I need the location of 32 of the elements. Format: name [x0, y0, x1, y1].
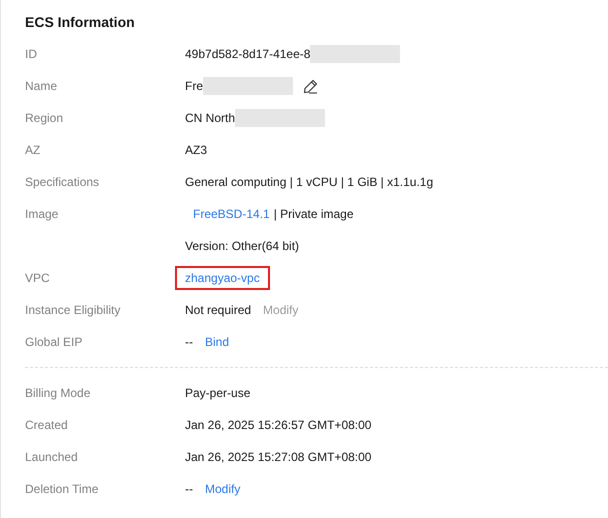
- field-label: Launched: [25, 449, 79, 466]
- field-value: Jan 26, 2025 15:26:57 GMT+08:00: [185, 418, 372, 432]
- field-label: Specifications: [25, 174, 100, 191]
- section-title: ECS Information: [25, 13, 136, 32]
- field-value: General computing | 1 vCPU | 1 GiB | x1.1u.1g: [185, 175, 434, 189]
- field-label: Deletion Time: [25, 481, 100, 498]
- field-value: CN North: [185, 111, 236, 125]
- field-value: Version: Other(64 bit): [185, 239, 300, 253]
- field-label: ID: [25, 46, 38, 63]
- link[interactable]: FreeBSD-14.1: [193, 207, 270, 221]
- field-value: Jan 26, 2025 15:27:08 GMT+08:00: [185, 450, 372, 464]
- field-label: Image: [25, 206, 60, 223]
- field-label: Billing Mode: [25, 385, 92, 402]
- field-label: VPC: [25, 270, 51, 287]
- field-label: Region: [25, 110, 64, 127]
- field-label: Instance Eligibility: [25, 302, 122, 319]
- field-value: Pay-per-use: [185, 386, 250, 400]
- link[interactable]: Modify: [205, 482, 240, 496]
- field-label: Name: [25, 78, 58, 95]
- field-value: Not required: [185, 303, 252, 317]
- field-value: | Private image: [274, 207, 354, 221]
- field-value: --: [185, 335, 193, 349]
- edit-icon[interactable]: [303, 78, 318, 94]
- field-value: AZ3: [185, 143, 208, 157]
- field-value: --: [185, 482, 193, 496]
- field-value: 49b7d582-8d17-41ee-8: [185, 47, 310, 61]
- highlighted-link[interactable]: zhangyao-vpc: [175, 266, 270, 290]
- link[interactable]: Bind: [205, 335, 230, 349]
- field-value: Fre: [185, 79, 203, 93]
- field-label: Global EIP: [25, 334, 84, 351]
- field-label: Created: [25, 417, 69, 434]
- field-label: AZ: [25, 142, 42, 159]
